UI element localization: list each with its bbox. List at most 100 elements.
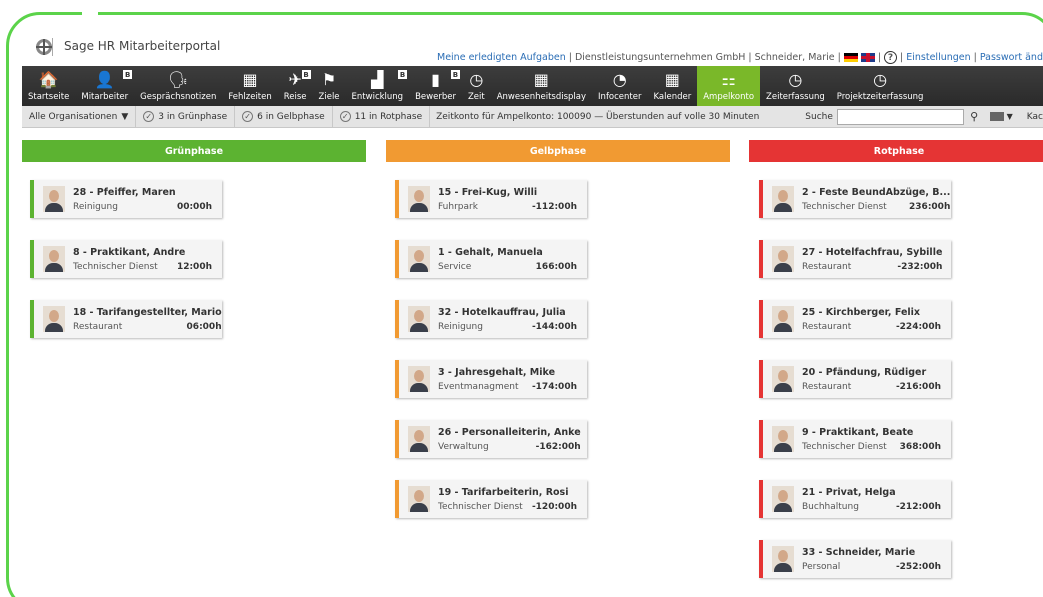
avatar — [772, 186, 794, 212]
filter-green-phase[interactable]: ✓ 3 in Grünphase — [136, 106, 236, 127]
nav-item-label: Reise — [283, 92, 307, 102]
user-name: Schneider, Marie — [754, 52, 835, 63]
nav-item-anwesenheitsdisplay[interactable]: ▦ Anwesenheitsdisplay — [491, 66, 592, 106]
employee-hours: 166:00h — [535, 261, 577, 272]
card-details: Buchhaltung -212:00h — [802, 502, 941, 512]
employee-name: 3 - Jahresgehalt, Mike — [438, 366, 556, 378]
employee-card[interactable]: 28 - Pfeiffer, Maren Reinigung 00:00h — [30, 180, 222, 218]
filter-red-phase[interactable]: ✓ 11 in Rotphase — [333, 106, 431, 127]
avatar — [772, 426, 794, 452]
card-body: 3 - Jahresgehalt, Mike Eventmanagment -174… — [438, 367, 587, 392]
employee-card[interactable]: 25 - Kirchberger, Felix Restaurant -224:00… — [759, 300, 951, 338]
nav-item-fehlzeiten[interactable]: ▦ Fehlzeiten — [222, 66, 277, 106]
employee-card[interactable]: 8 - Praktikant, Andre Technischer Dienst 1… — [30, 240, 222, 278]
chevron-down-icon[interactable]: ▼ — [1007, 112, 1013, 121]
nav-item-ziele[interactable]: ⚑ Ziele — [313, 66, 346, 106]
nav-item-startseite[interactable]: 🏠 Startseite — [22, 66, 75, 106]
nav-badge: B — [398, 70, 408, 79]
employee-card[interactable]: 18 - Tarifangestellter, Mario Restaurant 0… — [30, 300, 222, 338]
column-header: Rotphase — [749, 140, 1043, 162]
settings-link[interactable]: Einstellungen — [906, 52, 970, 63]
employee-card[interactable]: 15 - Frei-Kug, Willi Fuhrpark -112:00h — [395, 180, 587, 218]
card-body: 25 - Kirchberger, Felix Restaurant -224:00… — [802, 307, 951, 332]
avatar — [772, 366, 794, 392]
nav-item-ampelkonto[interactable]: ⚏ Ampelkonto — [697, 66, 761, 106]
help-icon[interactable]: ? — [884, 51, 898, 64]
nav-item-label: Zeiterfassung — [766, 92, 825, 102]
employee-hours: -144:00h — [531, 321, 577, 332]
employee-card[interactable]: 3 - Jahresgehalt, Mike Eventmanagment -174… — [395, 360, 587, 398]
employee-hours: -252:00h — [895, 561, 941, 572]
employee-name: 27 - Hotelfachfrau, Sybille — [802, 246, 943, 258]
avatar — [772, 306, 794, 332]
nav-item-bewerber[interactable]: ▮ B Bewerber — [409, 66, 462, 106]
employee-card[interactable]: 20 - Pfändung, Rüdiger Restaurant -216:00h — [759, 360, 951, 398]
employee-hours: 06:00h — [186, 321, 222, 332]
employee-hours: -216:00h — [895, 381, 941, 392]
nav-item-zeit[interactable]: ◷ Zeit — [462, 66, 491, 106]
flag-icon: ⚑ — [321, 70, 337, 89]
card-details: Verwaltung -162:00h — [438, 442, 581, 452]
separator: | — [837, 52, 841, 63]
employee-name: 33 - Schneider, Marie — [802, 546, 916, 558]
nav-badge: B — [123, 70, 133, 79]
employee-card[interactable]: 26 - Personalleiterin, Anke Verwaltung -16… — [395, 420, 587, 458]
org-dropdown-label: Alle Organisationen — [29, 111, 118, 122]
german-flag-icon[interactable] — [843, 53, 858, 62]
card-details: Restaurant -232:00h — [802, 262, 942, 272]
employee-department: Reinigung — [438, 321, 483, 332]
separator: | — [877, 52, 882, 63]
org-dropdown[interactable]: Alle Organisationen ▼ — [22, 106, 137, 127]
employee-card[interactable]: 21 - Privat, Helga Buchhaltung -212:00h — [759, 480, 951, 518]
employee-card[interactable]: 27 - Hotelfachfrau, Sybille Restaurant -23… — [759, 240, 951, 278]
app-title: Sage HR Mitarbeiterportal — [64, 39, 221, 53]
employee-card[interactable]: 19 - Tarifarbeiterin, Rosi Technischer Di… — [395, 480, 587, 518]
employee-card[interactable]: 33 - Schneider, Marie Personal -252:00h — [759, 540, 951, 578]
avatar — [43, 306, 65, 332]
nav-item-label: Kalender — [653, 92, 692, 102]
card-details: Restaurant -224:00h — [802, 322, 941, 332]
nav-item-label: Fehlzeiten — [228, 92, 272, 102]
employee-card[interactable]: 1 - Gehalt, Manuela Service 166:00h — [395, 240, 587, 278]
avatar — [408, 306, 430, 332]
employee-card[interactable]: 9 - Praktikant, Beate Technischer Dienst 3… — [759, 420, 951, 458]
app-window: Sage HR Mitarbeiterportal Meine erledigt… — [22, 30, 1043, 597]
nav-item-kalender[interactable]: ▦ Kalender — [647, 66, 697, 106]
applicant-icon: ▮ — [431, 70, 440, 89]
employee-hours: 12:00h — [176, 261, 212, 272]
mail-icon[interactable] — [990, 112, 1004, 121]
password-link[interactable]: Passwort änd — [980, 52, 1043, 63]
nav-item-infocenter[interactable]: ◔ Infocenter — [592, 66, 647, 106]
search-icon[interactable]: ⚲ — [970, 110, 978, 123]
avatar — [43, 186, 65, 212]
employee-name: 20 - Pfändung, Rüdiger — [802, 366, 927, 378]
calendar-icon: ▦ — [664, 70, 680, 89]
top-links: Meine erledigten Aufgaben | Dienstleistun… — [437, 51, 1043, 64]
employee-department: Service — [438, 261, 472, 272]
view-tiles-label[interactable]: Kac — [1027, 112, 1043, 122]
separator: | — [900, 52, 904, 63]
filter-bar: Alle Organisationen ▼ ✓ 3 in Grünphase ✓ 6 … — [22, 106, 1043, 128]
employee-hours: -232:00h — [897, 261, 943, 272]
nav-item-entwicklung[interactable]: ▟ B Entwicklung — [346, 66, 410, 106]
employee-hours: -120:00h — [531, 501, 577, 512]
avatar — [408, 366, 430, 392]
nav-item-reise[interactable]: ✈ B Reise — [278, 66, 313, 106]
employee-name: 9 - Praktikant, Beate — [802, 426, 914, 438]
employee-card[interactable]: 32 - Hotelkauffrau, Julia Reinigung -144:0… — [395, 300, 587, 338]
nav-item-mitarbeiter[interactable]: 👤 B Mitarbeiter — [75, 66, 134, 106]
nav-item-projektzeiterfassung[interactable]: ◷ Projektzeiterfassung — [831, 66, 930, 106]
employee-department: Fuhrpark — [438, 201, 478, 212]
card-body: 27 - Hotelfachfrau, Sybille Restaurant -23… — [802, 247, 952, 272]
check-circle-icon: ✓ — [143, 111, 155, 122]
filter-yellow-phase[interactable]: ✓ 6 in Gelbphase — [235, 106, 333, 127]
search-input[interactable] — [836, 108, 965, 125]
nav-item-zeiterfassung[interactable]: ◷ Zeiterfassung — [760, 66, 831, 106]
my-tasks-link[interactable]: Meine erledigten Aufgaben — [437, 52, 566, 63]
employee-card[interactable]: 2 - Feste BeundAbzüge, B... Technischer D… — [759, 180, 951, 218]
nav-item-label: Startseite — [28, 92, 70, 102]
avatar — [772, 486, 794, 512]
english-flag-icon[interactable] — [860, 53, 875, 62]
employee-department: Restaurant — [802, 381, 852, 392]
nav-item-gesprächsnotizen[interactable]: 🗣 Gesprächsnotizen — [134, 66, 222, 106]
